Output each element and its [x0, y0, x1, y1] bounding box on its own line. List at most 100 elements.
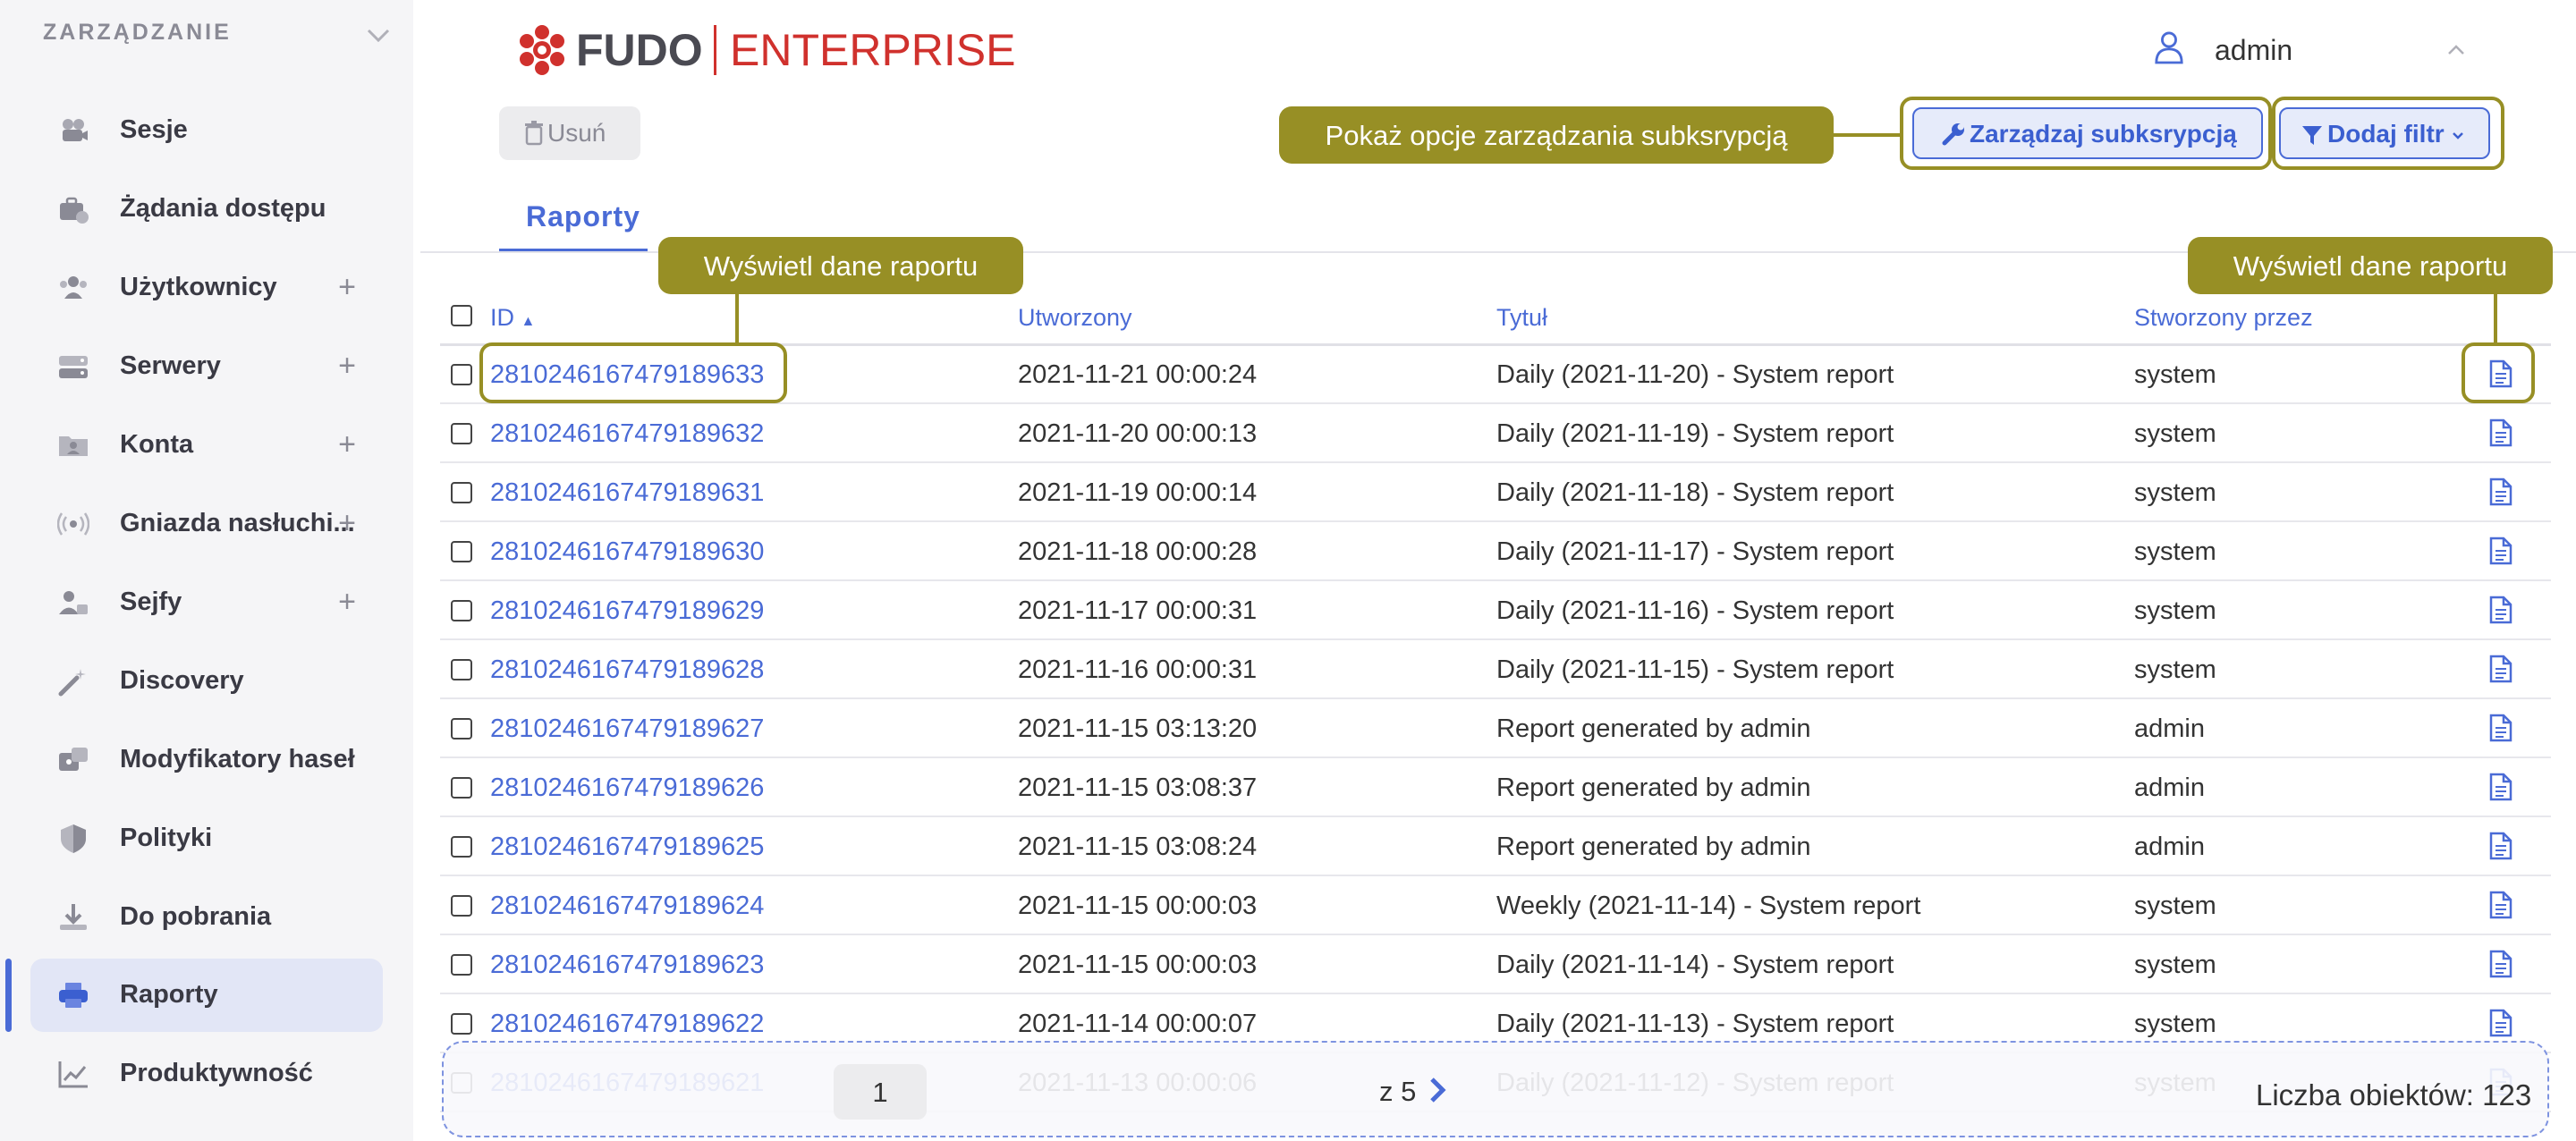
row-checkbox[interactable] [451, 1013, 472, 1035]
callout-connector [1834, 133, 1902, 137]
select-all-checkbox[interactable] [451, 305, 472, 326]
fudo-enterprise-logo: FUDO ENTERPRISE [520, 25, 1016, 75]
object-count: Liczba obiektów: 123 [2256, 1078, 2532, 1111]
sidebar-item-zadania-dostepu[interactable]: Żądania dostępu [30, 173, 383, 246]
row-checkbox[interactable] [451, 482, 472, 503]
report-id-link[interactable]: 2810246167479189625 [490, 833, 764, 862]
document-icon[interactable] [2489, 596, 2512, 624]
password-modifier-icon [59, 748, 88, 771]
sidebar-item-uzytkownicy[interactable]: Użytkownicy + [30, 251, 383, 325]
row-checkbox[interactable] [451, 600, 472, 621]
delete-button[interactable]: Usuń [499, 106, 640, 160]
sidebar-item-produktywnosc[interactable]: Produktywność [30, 1037, 383, 1111]
sidebar-item-polityki[interactable]: Polityki [30, 802, 383, 875]
sidebar-item-konta[interactable]: Konta + [30, 409, 383, 482]
document-icon[interactable] [2489, 950, 2512, 978]
table-row: 2810246167479189626 2021-11-15 03:08:37 Re… [440, 758, 2551, 817]
table-row: 2810246167479189623 2021-11-15 00:00:03 Da… [440, 935, 2551, 994]
sidebar-item-raporty[interactable]: Raporty [30, 959, 383, 1032]
report-id-link[interactable]: 2810246167479189632 [490, 419, 764, 449]
document-icon[interactable] [2489, 478, 2512, 506]
document-icon[interactable] [2489, 1009, 2512, 1037]
title-cell: Daily (2021-11-20) - System report [1496, 360, 1894, 389]
add-server-button[interactable]: + [338, 349, 356, 384]
sidebar-item-label: Produktywność [120, 1059, 313, 1087]
row-checkbox[interactable] [451, 364, 472, 385]
add-listener-button[interactable]: + [338, 506, 356, 541]
callout-text: Pokaż opcje zarządzania subksrypcją [1325, 120, 1788, 151]
sidebar: ZARZĄDZANIE Sesje Żądania dostępu Użytko… [0, 0, 413, 1141]
chevron-right-icon[interactable] [1428, 1077, 1447, 1103]
created-cell: 2021-11-18 00:00:28 [1018, 537, 1258, 566]
title-cell: Daily (2021-11-17) - System report [1496, 537, 1894, 566]
report-id-link[interactable]: 2810246167479189630 [490, 537, 764, 567]
document-icon[interactable] [2489, 418, 2512, 447]
sidebar-item-gniazda[interactable]: Gniazda nasłuchi... + [30, 487, 383, 561]
add-safe-button[interactable]: + [338, 585, 356, 620]
report-id-link[interactable]: 2810246167479189626 [490, 773, 764, 803]
report-id-link[interactable]: 2810246167479189628 [490, 655, 764, 685]
row-checkbox[interactable] [451, 718, 472, 740]
add-users-button[interactable]: + [338, 270, 356, 305]
report-id-link[interactable]: 2810246167479189624 [490, 892, 764, 921]
row-checkbox[interactable] [451, 954, 472, 976]
chevron-down-icon[interactable] [365, 21, 392, 48]
document-icon[interactable] [2489, 655, 2512, 683]
table-row: 2810246167479189631 2021-11-19 00:00:14 Da… [440, 463, 2551, 522]
user-menu[interactable]: admin [2147, 29, 2469, 73]
sidebar-section-header[interactable]: ZARZĄDZANIE [43, 20, 392, 55]
column-header-id[interactable]: ID ▲ [490, 304, 535, 332]
sidebar-item-label: Raporty [120, 980, 218, 1009]
sidebar-item-label: Sesje [120, 115, 188, 144]
created-cell: 2021-11-21 00:00:24 [1018, 360, 1258, 389]
sidebar-item-serwery[interactable]: Serwery + [30, 330, 383, 403]
sidebar-item-sejfy[interactable]: Sejfy + [30, 566, 383, 639]
column-header-title[interactable]: Tytuł [1496, 304, 1547, 332]
sidebar-item-do-pobrania[interactable]: Do pobrania [30, 881, 383, 954]
column-header-created-by[interactable]: Stworzony przez [2134, 304, 2313, 332]
created-by-cell: system [2134, 892, 2216, 920]
created-cell: 2021-11-17 00:00:31 [1018, 596, 1258, 625]
page-number-input[interactable]: 1 [834, 1064, 927, 1120]
created-by-cell: system [2134, 360, 2216, 389]
document-icon[interactable] [2489, 714, 2512, 742]
sidebar-item-modyfikatory[interactable]: Modyfikatory haseł [30, 723, 383, 797]
sidebar-item-sesje[interactable]: Sesje [30, 94, 383, 167]
sidebar-item-discovery[interactable]: Discovery [30, 645, 383, 718]
report-id-link[interactable]: 2810246167479189631 [490, 478, 764, 508]
row-checkbox[interactable] [451, 659, 472, 680]
created-cell: 2021-11-20 00:00:13 [1018, 419, 1258, 448]
chart-line-icon [58, 1061, 88, 1088]
title-cell: Report generated by admin [1496, 714, 1811, 743]
row-checkbox[interactable] [451, 541, 472, 562]
report-id-link[interactable]: 2810246167479189629 [490, 596, 764, 626]
table-row: 2810246167479189629 2021-11-17 00:00:31 Da… [440, 581, 2551, 640]
active-indicator [5, 959, 12, 1032]
title-cell: Daily (2021-11-19) - System report [1496, 419, 1894, 448]
page-total: z 5 [1379, 1076, 1417, 1107]
report-id-link[interactable]: 2810246167479189622 [490, 1010, 764, 1039]
callout-text: Wyświetl dane raportu [2233, 250, 2508, 282]
add-account-button[interactable]: + [338, 427, 356, 462]
sidebar-item-label: Do pobrania [120, 902, 272, 931]
row-checkbox[interactable] [451, 836, 472, 858]
callout-text: Wyświetl dane raportu [703, 250, 979, 282]
sidebar-item-label: Modyfikatory haseł [120, 745, 355, 773]
report-id-link[interactable]: 2810246167479189627 [490, 714, 764, 744]
document-icon[interactable] [2489, 891, 2512, 919]
created-cell: 2021-11-15 03:08:24 [1018, 833, 1258, 861]
document-icon[interactable] [2489, 537, 2512, 565]
report-id-link[interactable]: 2810246167479189623 [490, 951, 764, 980]
chevron-up-icon[interactable] [2444, 38, 2469, 63]
document-icon[interactable] [2489, 773, 2512, 801]
account-folder-icon [59, 436, 88, 456]
row-checkbox[interactable] [451, 777, 472, 799]
column-header-created[interactable]: Utworzony [1018, 304, 1132, 332]
tab-raporty[interactable]: Raporty [499, 199, 648, 252]
row-checkbox[interactable] [451, 423, 472, 444]
row-checkbox[interactable] [451, 895, 472, 917]
document-icon[interactable] [2489, 832, 2512, 860]
delete-button-label: Usuń [547, 119, 606, 147]
sort-asc-icon: ▲ [521, 314, 536, 329]
highlight-report-id [479, 342, 787, 403]
